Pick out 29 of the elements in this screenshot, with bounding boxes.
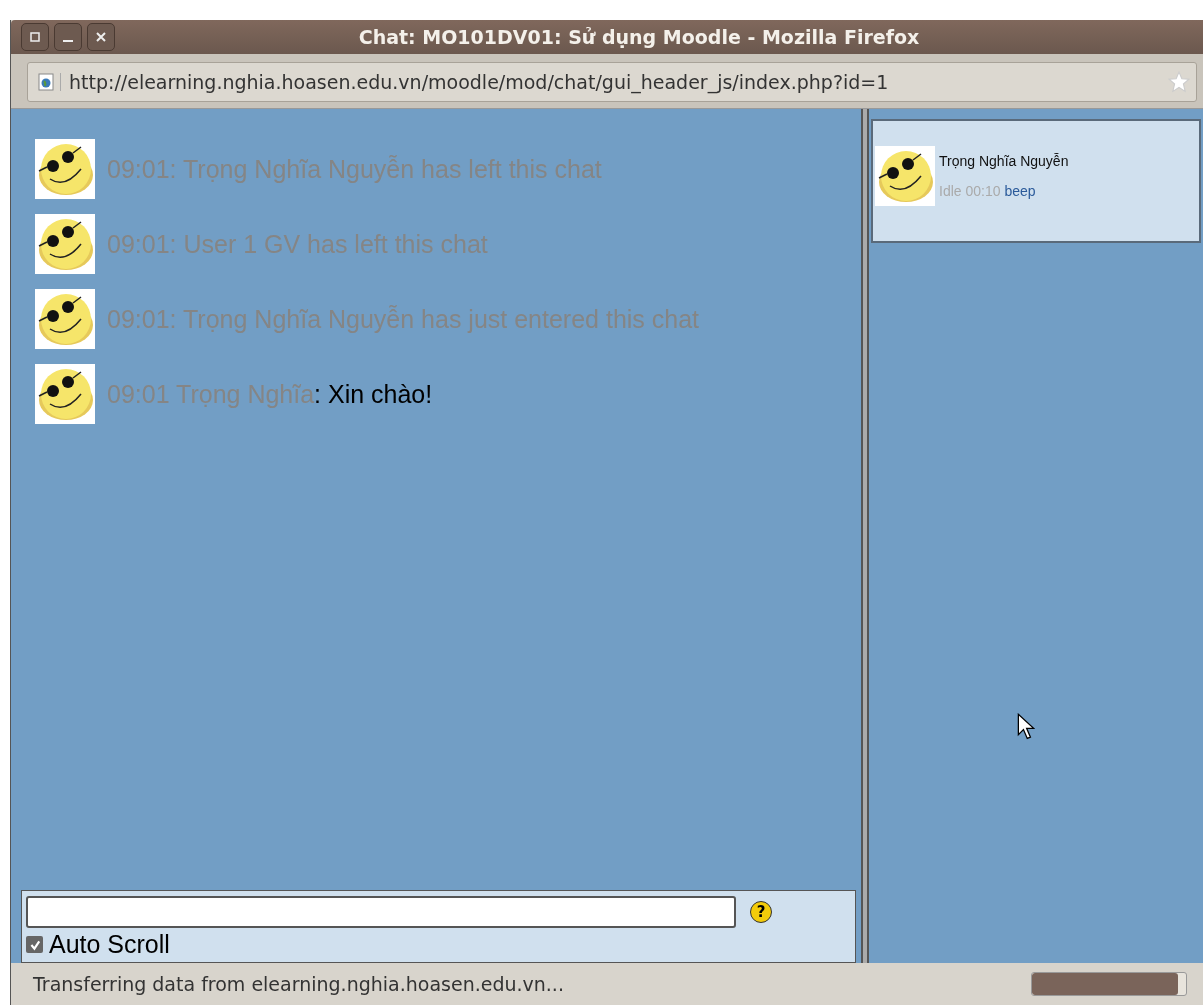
window-title: Chat: MO101DV01: Sử dụng Moodle - Mozilla Firefox: [357, 26, 921, 48]
smiley-avatar-icon: [35, 139, 95, 199]
system-message: 09:01: Trọng Nghĩa Nguyễn has left this chat: [107, 154, 602, 184]
pane-splitter[interactable]: [861, 109, 869, 963]
maximize-button[interactable]: [21, 23, 49, 51]
smiley-avatar-icon: [35, 214, 95, 274]
beep-link[interactable]: beep: [1004, 183, 1036, 199]
smiley-avatar-icon: [35, 289, 95, 349]
minimize-icon: [63, 40, 73, 42]
idle-time: Idle 00:10: [939, 183, 1001, 199]
auto-scroll-checkbox[interactable]: [26, 936, 43, 953]
system-message: 09:01: Trọng Nghĩa Nguyễn has just entered this chat: [107, 304, 700, 334]
help-icon[interactable]: ?: [750, 901, 772, 923]
page-globe-icon: [38, 73, 61, 91]
system-message: 09:01: User 1 GV has left this chat: [107, 229, 488, 259]
close-icon: [96, 32, 106, 42]
maximize-icon: [30, 32, 40, 42]
auto-scroll-label: Auto Scroll: [49, 930, 170, 959]
mouse-pointer-icon: [1017, 713, 1035, 741]
status-text: Transferring data from elearning.nghia.hoasen.edu.vn...: [33, 973, 564, 995]
smiley-avatar-icon: [875, 146, 935, 206]
smiley-avatar-icon: [35, 364, 95, 424]
bookmark-star-icon[interactable]: [1168, 71, 1190, 93]
address-bar[interactable]: http://elearning.nghia.hoasen.edu.vn/moodle/mod/chat/gui_header_js/index.php?id=1: [27, 62, 1197, 102]
message-text: : Xin chào!: [314, 379, 433, 409]
user-name: Trọng Nghĩa Nguyễn: [939, 153, 1069, 169]
close-button[interactable]: [87, 23, 115, 51]
message-sender: 09:01 Trọng Nghĩa: [107, 379, 315, 409]
minimize-button[interactable]: [54, 23, 82, 51]
